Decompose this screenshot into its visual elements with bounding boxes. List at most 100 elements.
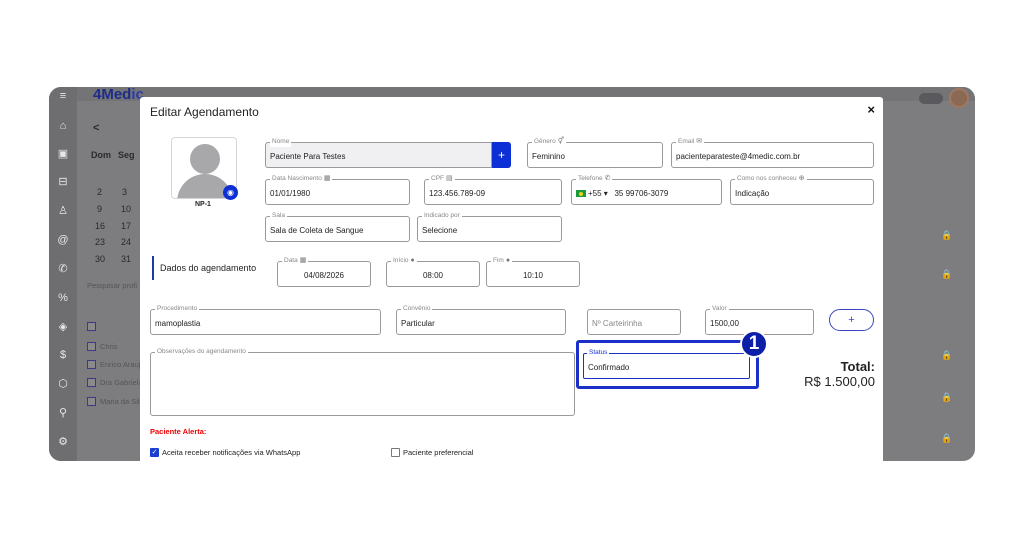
- checkbox[interactable]: [87, 397, 96, 406]
- professional-name: Chris: [100, 342, 118, 351]
- field-value: pacienteparateste@4medic.com.br: [676, 152, 801, 161]
- insurance-field[interactable]: Convênio Particular: [396, 304, 566, 335]
- professional-name: Enrico Araujo: [100, 360, 145, 369]
- professional-item[interactable]: Maria da Silva: [87, 397, 148, 406]
- date-field[interactable]: Data ▦ 04/08/2026: [277, 256, 371, 287]
- user-icon[interactable]: ♙: [56, 204, 70, 218]
- cal-date[interactable]: 30: [95, 254, 105, 264]
- field-label: Nome: [270, 137, 292, 147]
- cal-date[interactable]: 23: [95, 237, 105, 247]
- at-icon[interactable]: @: [56, 233, 70, 247]
- status-select[interactable]: Status Confirmado: [583, 348, 750, 379]
- modal-title: Editar Agendamento: [150, 105, 259, 119]
- checkbox[interactable]: [87, 360, 96, 369]
- total-value: R$ 1.500,00: [804, 374, 875, 389]
- step-badge: 1: [740, 330, 768, 358]
- menu-icon[interactable]: ≡: [56, 89, 70, 103]
- add-procedure-button[interactable]: +: [829, 309, 874, 331]
- add-patient-button[interactable]: +: [492, 142, 511, 168]
- camera-icon[interactable]: ◉: [223, 185, 238, 200]
- lock-icon: 🔒: [941, 433, 953, 443]
- checkbox-checked[interactable]: ✓: [150, 448, 159, 457]
- tag-icon[interactable]: ◈: [56, 320, 70, 334]
- field-value: Sala de Coleta de Sangue: [270, 226, 364, 235]
- professional-item[interactable]: Dra Gabriela: [87, 378, 143, 387]
- cal-date[interactable]: 2: [97, 187, 102, 197]
- calendar-icon[interactable]: ▣: [56, 147, 70, 161]
- sidebar: ≡ ⌂ ▣ ⊟ ♙ @ ✆ % ◈ $ ⬡ ⚲ ⚙: [49, 87, 77, 461]
- search-professional[interactable]: Pesquisar profi: [87, 281, 137, 290]
- procedure-field[interactable]: Procedimento mamoplastia: [150, 304, 381, 335]
- checkbox[interactable]: [87, 342, 96, 351]
- field-value: +55 ▾ 35 99706-3079: [576, 189, 668, 198]
- start-time-field[interactable]: Início ● 08:00: [386, 256, 480, 287]
- gender-field[interactable]: Gênero ⚥ Feminino: [527, 137, 663, 168]
- gender-icon: ⚥: [557, 138, 565, 145]
- cal-date[interactable]: 17: [121, 221, 131, 231]
- cal-date[interactable]: 24: [121, 237, 131, 247]
- cal-date[interactable]: 16: [95, 221, 105, 231]
- checkbox[interactable]: [87, 378, 96, 387]
- field-label: Convênio: [401, 304, 433, 314]
- box-icon[interactable]: ⬡: [56, 377, 70, 391]
- field-label: Procedimento: [155, 304, 200, 314]
- field-value: Paciente Para Testes: [270, 152, 346, 161]
- user-avatar[interactable]: [949, 88, 969, 108]
- phone-icon[interactable]: ✆: [56, 262, 70, 276]
- id-card-icon: ▤: [446, 175, 453, 182]
- mail-icon: ✉: [696, 138, 703, 145]
- chart-icon[interactable]: ⚲: [56, 406, 70, 420]
- day-sun: Dom: [91, 150, 111, 160]
- lock-icon: 🔒: [941, 392, 953, 402]
- name-field[interactable]: Nome Paciente Para Testes: [265, 137, 492, 168]
- referred-by-field[interactable]: Indicado por Selecione: [417, 211, 562, 242]
- field-label: Como nos conheceu ⊕: [735, 174, 807, 184]
- birthdate-field[interactable]: Data Nascimento ▦ 01/01/1980: [265, 174, 410, 205]
- settings-icon[interactable]: ⚙: [56, 435, 70, 449]
- field-label: Gênero ⚥: [532, 137, 567, 147]
- whatsapp-checkbox[interactable]: ✓ Aceita receber notificações via WhatsAp…: [150, 448, 300, 457]
- theme-toggle[interactable]: [919, 92, 943, 104]
- dollar-icon[interactable]: $: [56, 348, 70, 362]
- room-field[interactable]: Sala Sala de Coleta de Sangue: [265, 211, 410, 242]
- field-value: Indicação: [735, 189, 770, 198]
- edit-appointment-modal: Editar Agendamento × ◉ NP-1 Nome Paciente…: [140, 97, 883, 461]
- end-time-field[interactable]: Fim ● 10:10: [486, 256, 580, 287]
- field-label: CPF ▤: [429, 174, 455, 184]
- field-value: Selecione: [422, 226, 458, 235]
- professional-item[interactable]: Chris: [87, 342, 118, 351]
- cal-date[interactable]: 31: [121, 254, 131, 264]
- preferential-checkbox[interactable]: Paciente preferencial: [391, 448, 473, 457]
- checkbox[interactable]: [391, 448, 400, 457]
- field-label: Início ●: [391, 256, 417, 266]
- top-right-controls: [919, 88, 969, 108]
- checkbox[interactable]: [87, 322, 96, 331]
- cal-date[interactable]: 3: [122, 187, 127, 197]
- lock-icon: 🔒: [941, 350, 953, 360]
- notes-textarea[interactable]: Observações do agendamento: [150, 347, 575, 416]
- phone-field[interactable]: Telefone ✆ +55 ▾ 35 99706-3079: [571, 174, 722, 205]
- close-icon[interactable]: ×: [867, 102, 875, 117]
- calendar-back[interactable]: <: [93, 122, 99, 134]
- field-value: mamoplastia: [155, 319, 201, 328]
- cpf-field[interactable]: CPF ▤ 123.456.789-09: [424, 174, 562, 205]
- field-value: Particular: [401, 319, 435, 328]
- card-number-input[interactable]: Nº Carteirinha: [587, 309, 681, 335]
- cal-date[interactable]: 10: [121, 204, 131, 214]
- field-value: Feminino: [532, 152, 565, 161]
- cal-date[interactable]: 9: [97, 204, 102, 214]
- field-label: Telefone ✆: [576, 174, 613, 184]
- home-icon[interactable]: ⌂: [56, 119, 70, 133]
- referral-source-field[interactable]: Como nos conheceu ⊕ Indicação: [730, 174, 874, 205]
- placeholder: Nº Carteirinha: [592, 319, 643, 328]
- professional-all[interactable]: [87, 322, 96, 331]
- clock-icon: ●: [410, 257, 415, 264]
- field-value: 1500,00: [710, 319, 739, 328]
- total-label: Total:: [840, 359, 875, 374]
- email-field[interactable]: Email ✉ pacienteparateste@4medic.com.br: [671, 137, 874, 168]
- field-value: 04/08/2026: [303, 271, 345, 280]
- car-icon[interactable]: ⊟: [56, 175, 70, 189]
- field-value: 10:10: [522, 271, 544, 280]
- percent-icon[interactable]: %: [56, 291, 70, 305]
- professional-item[interactable]: Enrico Araujo: [87, 360, 145, 369]
